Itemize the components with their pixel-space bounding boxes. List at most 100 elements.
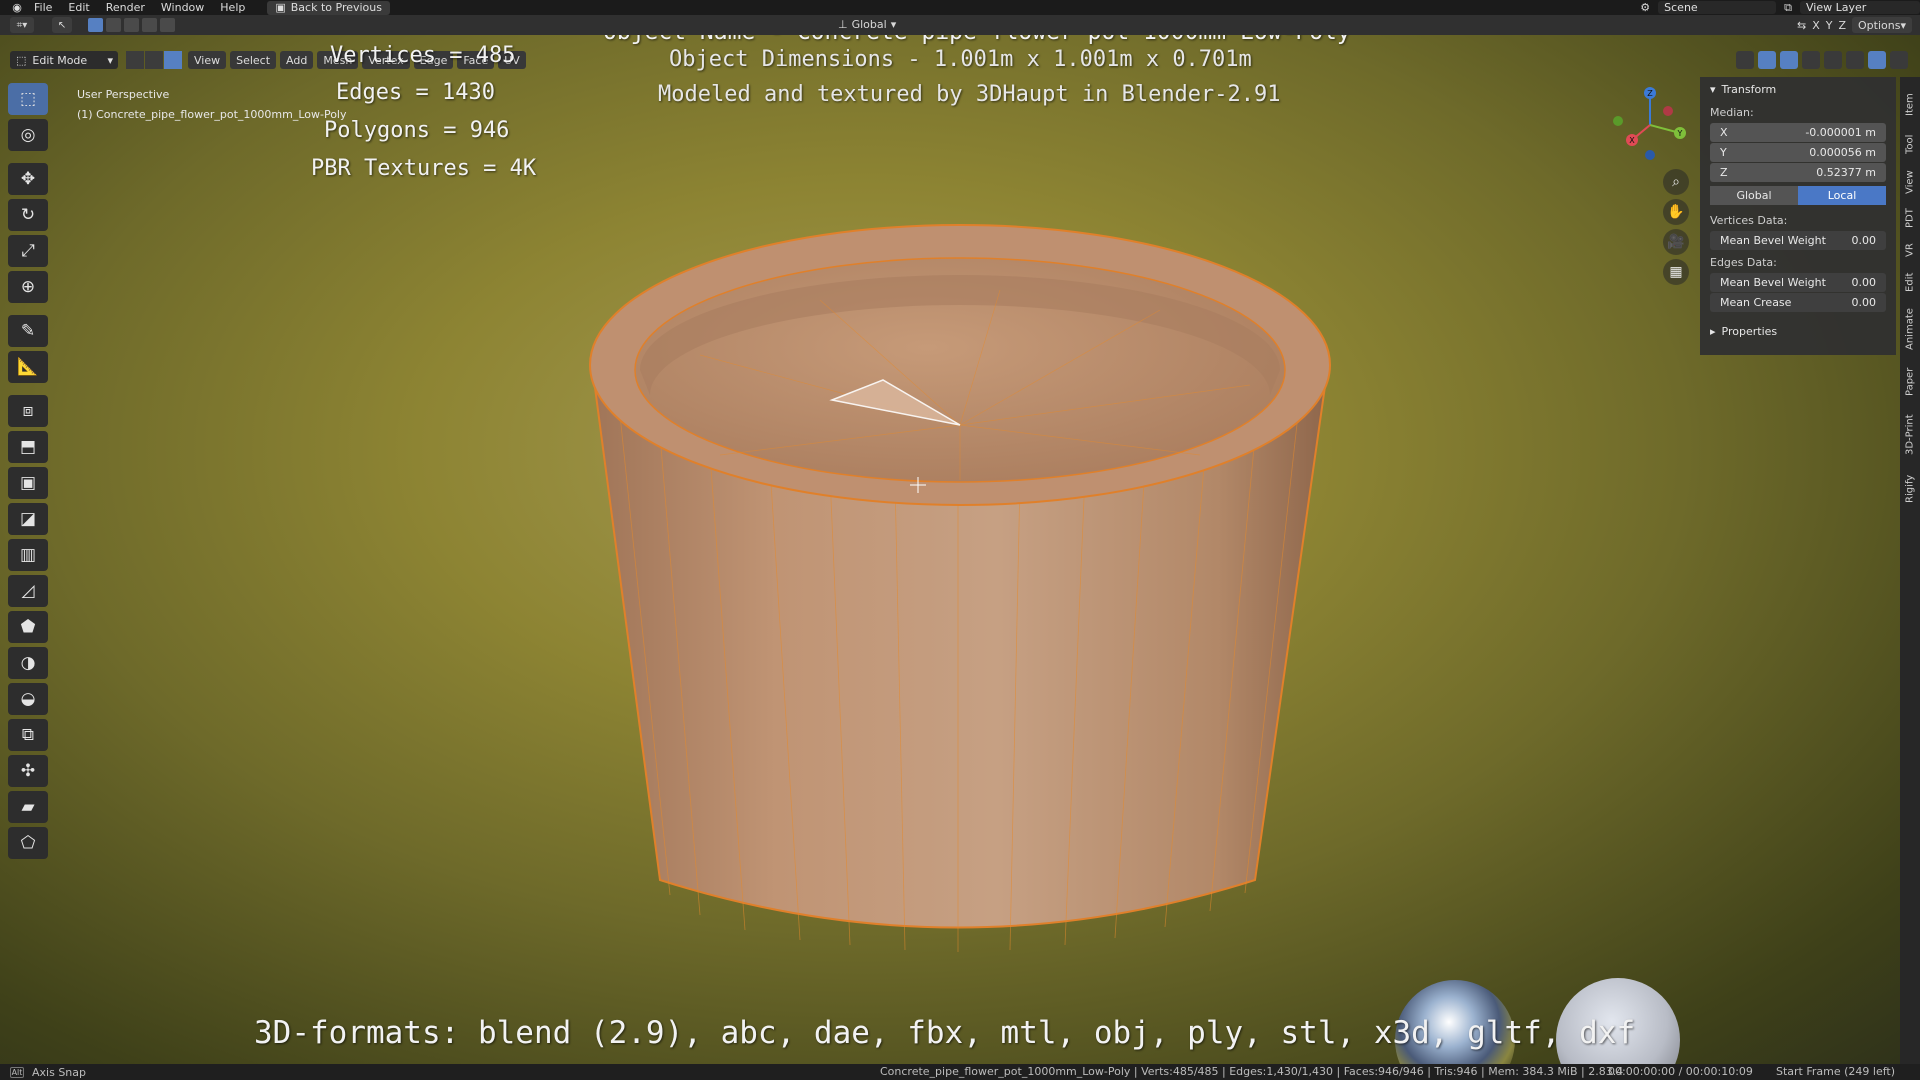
back-to-previous-button[interactable]: ▣ Back to Previous <box>267 0 390 15</box>
face-select-icon[interactable] <box>164 51 182 69</box>
zoom-icon[interactable]: ⌕ <box>1663 169 1689 195</box>
transform-tool-icon[interactable]: ⊕ <box>8 271 48 303</box>
spin-tool-icon[interactable]: ◑ <box>8 647 48 679</box>
annotate-tool-icon[interactable]: ✎ <box>8 315 48 347</box>
median-y-label: Y <box>1720 146 1727 159</box>
sidebar-n-panel: ▾ Transform Median: X -0.000001 m Y 0.00… <box>1700 77 1896 355</box>
menu-window[interactable]: Window <box>153 1 212 14</box>
gizmo-toggle-icon[interactable] <box>1758 51 1776 69</box>
knife-tool-icon[interactable]: ◿ <box>8 575 48 607</box>
select-subtract-icon[interactable] <box>124 18 139 32</box>
select-tool-icon[interactable]: ↖ <box>52 17 72 33</box>
select-box-tool-icon[interactable]: ⬚ <box>8 83 48 115</box>
select-invert-icon[interactable] <box>142 18 157 32</box>
pbr-overlay: PBR Textures = 4K <box>311 156 537 181</box>
select-extend-icon[interactable] <box>106 18 121 32</box>
menu-edit[interactable]: Edit <box>60 1 97 14</box>
edge-select-icon[interactable] <box>145 51 163 69</box>
extrude-tool-icon[interactable]: ⬒ <box>8 431 48 463</box>
tab-animate[interactable]: Animate <box>1902 301 1918 357</box>
tab-3d-print[interactable]: 3D-Print <box>1902 407 1918 463</box>
options-dropdown[interactable]: Options ▾ <box>1852 17 1912 33</box>
pan-hand-icon[interactable]: ✋ <box>1663 199 1689 225</box>
solid-shading-icon[interactable] <box>1846 51 1864 69</box>
tab-pdt[interactable]: PDT <box>1902 203 1918 233</box>
mean-crease-label: Mean Crease <box>1720 296 1792 309</box>
visibility-icon[interactable] <box>1736 51 1754 69</box>
transform-panel-header[interactable]: ▾ Transform <box>1700 77 1896 101</box>
bevel-tool-icon[interactable]: ◪ <box>8 503 48 535</box>
header-right-options: ⇆ X Y Z Options ▾ <box>1797 17 1912 33</box>
menu-render[interactable]: Render <box>98 1 153 14</box>
select-new-icon[interactable] <box>88 18 103 32</box>
blender-logo-icon[interactable]: ◉ <box>8 0 26 15</box>
mode-selector[interactable]: ⬚ Edit Mode ▾ <box>10 51 118 69</box>
inset-tool-icon[interactable]: ▣ <box>8 467 48 499</box>
edges-overlay: Edges = 1430 <box>336 80 495 105</box>
poly-build-tool-icon[interactable]: ⬟ <box>8 611 48 643</box>
3d-viewport[interactable]: ⬚ Edit Mode ▾ View Select Add Mesh Verte… <box>0 35 1920 1070</box>
menu-file[interactable]: File <box>26 1 60 14</box>
editor-type-icon[interactable]: ⌗▾ <box>10 17 34 33</box>
camera-icon[interactable]: 🎥 <box>1663 229 1689 255</box>
menu-add[interactable]: Add <box>280 51 314 69</box>
scene-selectors: ⚙ Scene ⧉ View Layer <box>1640 0 1920 15</box>
cursor-tool-icon[interactable]: ◎ <box>8 119 48 151</box>
tab-item[interactable]: Item <box>1902 87 1918 123</box>
xray-icon[interactable] <box>1802 51 1820 69</box>
vertex-select-icon[interactable] <box>126 51 144 69</box>
axis-z-toggle[interactable]: Z <box>1838 19 1846 32</box>
scene-field[interactable]: Scene <box>1658 1 1777 14</box>
view-layer-field[interactable]: View Layer <box>1800 1 1920 14</box>
median-x-field[interactable]: X -0.000001 m <box>1710 123 1886 142</box>
menu-view[interactable]: View <box>188 51 227 69</box>
add-cube-tool-icon[interactable]: ⧈ <box>8 395 48 427</box>
overlay-toggle-icon[interactable] <box>1780 51 1798 69</box>
pot-model-render[interactable] <box>0 35 1920 1070</box>
rip-region-tool-icon[interactable]: ⬠ <box>8 827 48 859</box>
scene-icon[interactable]: ⚙ <box>1640 1 1650 14</box>
mirror-icon[interactable]: ⇆ <box>1797 19 1806 32</box>
loop-cut-tool-icon[interactable]: ▥ <box>8 539 48 571</box>
tab-rigify[interactable]: Rigify <box>1902 467 1918 511</box>
global-toggle[interactable]: Global <box>1710 186 1798 205</box>
local-toggle[interactable]: Local <box>1798 186 1886 205</box>
menu-select[interactable]: Select <box>230 51 277 69</box>
axis-x-toggle[interactable]: X <box>1812 19 1820 32</box>
edit-mode-icon: ⬚ <box>16 53 27 67</box>
formats-overlay: 3D-formats: blend (2.9), abc, dae, fbx, … <box>254 1015 1636 1051</box>
navigation-gizmo[interactable]: Z Y X <box>1610 85 1690 165</box>
axis-y-toggle[interactable]: Y <box>1826 19 1833 32</box>
transform-header-label: Transform <box>1721 82 1777 96</box>
tab-tool[interactable]: Tool <box>1902 127 1918 161</box>
shear-tool-icon[interactable]: ▰ <box>8 791 48 823</box>
rendered-shading-icon[interactable] <box>1890 51 1908 69</box>
smooth-tool-icon[interactable]: ◒ <box>8 683 48 715</box>
median-z-label: Z <box>1720 166 1728 179</box>
scale-tool-icon[interactable]: ⤢ <box>8 235 48 267</box>
orientation-dropdown[interactable]: Global <box>852 18 887 31</box>
properties-panel-header[interactable]: ▸ Properties <box>1700 319 1896 343</box>
shrink-fatten-tool-icon[interactable]: ✣ <box>8 755 48 787</box>
tab-view[interactable]: View <box>1902 165 1918 199</box>
rotate-tool-icon[interactable]: ↻ <box>8 199 48 231</box>
vertices-data-label: Vertices Data: <box>1710 213 1788 227</box>
material-shading-icon[interactable] <box>1868 51 1886 69</box>
median-z-field[interactable]: Z 0.52377 m <box>1710 163 1886 182</box>
select-intersect-icon[interactable] <box>160 18 175 32</box>
grid-perspective-icon[interactable]: ▦ <box>1663 259 1689 285</box>
tab-paper[interactable]: Paper <box>1902 361 1918 403</box>
move-tool-icon[interactable]: ✥ <box>8 163 48 195</box>
tab-vr[interactable]: VR <box>1902 237 1918 263</box>
median-y-value: 0.000056 m <box>1809 146 1876 159</box>
edge-mean-bevel-weight-field[interactable]: Mean Bevel Weight 0.00 <box>1710 273 1886 292</box>
median-y-field[interactable]: Y 0.000056 m <box>1710 143 1886 162</box>
measure-tool-icon[interactable]: 📐 <box>8 351 48 383</box>
wireframe-shading-icon[interactable] <box>1824 51 1842 69</box>
menu-help[interactable]: Help <box>212 1 253 14</box>
view-layer-icon[interactable]: ⧉ <box>1784 1 1792 15</box>
vertex-mean-bevel-weight-field[interactable]: Mean Bevel Weight 0.00 <box>1710 231 1886 250</box>
edge-slide-tool-icon[interactable]: ⧉ <box>8 719 48 751</box>
tab-edit[interactable]: Edit <box>1902 267 1918 297</box>
mean-crease-field[interactable]: Mean Crease 0.00 <box>1710 293 1886 312</box>
